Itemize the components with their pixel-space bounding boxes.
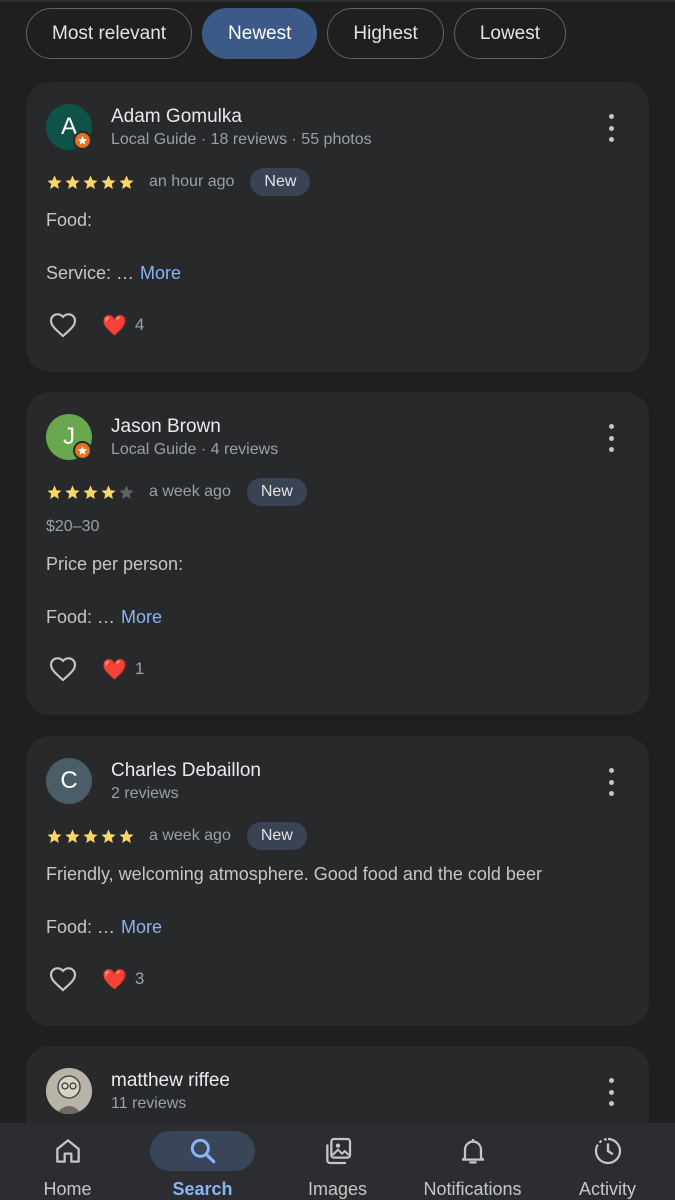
star-filled-icon <box>101 484 116 499</box>
star-filled-icon <box>65 484 80 499</box>
star-filled-icon <box>47 828 62 843</box>
reviewer-name[interactable]: matthew riffee <box>111 1070 230 1092</box>
bottom-navigation: Home Search Images Notifications Activit… <box>0 1123 675 1200</box>
heart-reaction-icon: ❤️ <box>102 968 127 991</box>
star-filled-icon <box>119 828 134 843</box>
local-guide-star-icon <box>73 441 92 460</box>
filter-lowest-chip[interactable]: Lowest <box>453 8 567 59</box>
nav-label: Home <box>43 1179 92 1199</box>
star-filled-icon <box>47 174 62 189</box>
reviewer-meta: Local Guide · 4 reviews <box>111 441 279 458</box>
star-filled-icon <box>83 174 98 189</box>
reviewer-name[interactable]: Jason Brown <box>111 416 221 438</box>
star-filled-icon <box>101 174 116 189</box>
search-icon <box>150 1131 255 1171</box>
review-card: J Jason Brown Local Guide · 4 reviews a … <box>26 392 649 715</box>
star-filled-icon <box>83 484 98 499</box>
review-text: Food: … <box>46 607 116 627</box>
star-filled-icon <box>65 828 80 843</box>
review-time: an hour ago <box>149 173 235 190</box>
more-options-icon[interactable] <box>599 112 623 144</box>
like-heart-icon[interactable] <box>46 653 80 685</box>
star-filled-icon <box>101 828 116 843</box>
review-actions: ❤️ 1 <box>46 652 144 686</box>
reviewer-meta: Local Guide · 18 reviews · 55 photos <box>111 131 372 148</box>
review-card: C Charles Debaillon 2 reviews a week ago… <box>26 736 649 1026</box>
review-text-line: Food: … More <box>46 917 162 938</box>
nav-activity[interactable]: Activity <box>540 1123 675 1200</box>
avatar[interactable]: C <box>46 758 92 804</box>
star-filled-icon <box>47 484 62 499</box>
avatar-photo[interactable] <box>46 1068 92 1114</box>
reviewer-name[interactable]: Adam Gomulka <box>111 106 242 128</box>
reaction-count: 3 <box>134 969 145 988</box>
more-options-icon[interactable] <box>599 766 623 798</box>
star-rating <box>46 828 135 845</box>
more-link[interactable]: More <box>121 917 162 937</box>
nav-notifications[interactable]: Notifications <box>405 1123 540 1200</box>
local-guide-star-icon <box>73 131 92 150</box>
nav-home[interactable]: Home <box>0 1123 135 1200</box>
filter-most-relevant-chip[interactable]: Most relevant <box>26 8 193 59</box>
star-rating <box>46 174 135 191</box>
reviewer-meta: 11 reviews <box>111 1095 187 1112</box>
nav-label: Search <box>172 1179 233 1199</box>
nav-label: Images <box>307 1179 368 1199</box>
review-time: a week ago <box>149 827 231 844</box>
more-options-icon[interactable] <box>599 422 623 454</box>
review-actions: ❤️ 4 <box>46 308 144 342</box>
reviewer-name[interactable]: Charles Debaillon <box>111 760 261 782</box>
star-filled-icon <box>119 174 134 189</box>
heart-reaction-icon: ❤️ <box>102 658 127 681</box>
nav-search[interactable]: Search <box>135 1123 270 1200</box>
more-link[interactable]: More <box>140 263 181 283</box>
more-options-icon[interactable] <box>599 1076 623 1108</box>
home-icon <box>15 1131 120 1171</box>
star-filled-icon <box>65 174 80 189</box>
nav-label: Activity <box>578 1179 636 1199</box>
rating-row: a week ago New <box>46 822 307 850</box>
rating-row: a week ago New <box>46 478 307 506</box>
review-text-line: Service: … More <box>46 263 181 284</box>
star-rating <box>46 484 135 501</box>
top-divider <box>0 0 675 2</box>
new-badge: New <box>246 478 307 506</box>
filter-newest-chip[interactable]: Newest <box>202 8 318 59</box>
review-text-line: Friendly, welcoming atmosphere. Good foo… <box>46 864 542 884</box>
review-time: a week ago <box>149 483 231 500</box>
price-range: $20–30 <box>46 518 100 535</box>
review-actions: ❤️ 3 <box>46 962 144 996</box>
like-heart-icon[interactable] <box>46 309 80 341</box>
heart-reaction-icon: ❤️ <box>102 314 127 337</box>
review-text-line: Price per person: <box>46 554 184 574</box>
sort-filter-bar: Most relevant Newest Highest Lowest <box>26 8 567 59</box>
nav-label: Notifications <box>423 1179 522 1199</box>
activity-icon <box>555 1131 660 1171</box>
review-text: Service: … <box>46 263 135 283</box>
reviewer-meta: 2 reviews <box>111 785 179 802</box>
filter-highest-chip[interactable]: Highest <box>327 8 444 59</box>
rating-row: an hour ago New <box>46 168 311 196</box>
reviews-screen: Most relevant Newest Highest Lowest A Ad… <box>0 0 675 1200</box>
review-text-line: Food: … More <box>46 607 162 628</box>
review-card: A Adam Gomulka Local Guide · 18 reviews … <box>26 82 649 372</box>
reaction-count: 4 <box>134 315 145 334</box>
review-text-line: Food: <box>46 210 93 230</box>
star-filled-icon <box>83 828 98 843</box>
like-heart-icon[interactable] <box>46 963 80 995</box>
images-icon <box>285 1131 390 1171</box>
new-badge: New <box>246 822 307 850</box>
star-empty-icon <box>119 484 134 499</box>
reaction-count: 1 <box>134 659 145 678</box>
new-badge: New <box>250 168 311 196</box>
review-text: Food: … <box>46 917 116 937</box>
more-link[interactable]: More <box>121 607 162 627</box>
nav-images[interactable]: Images <box>270 1123 405 1200</box>
bell-icon <box>420 1131 525 1171</box>
